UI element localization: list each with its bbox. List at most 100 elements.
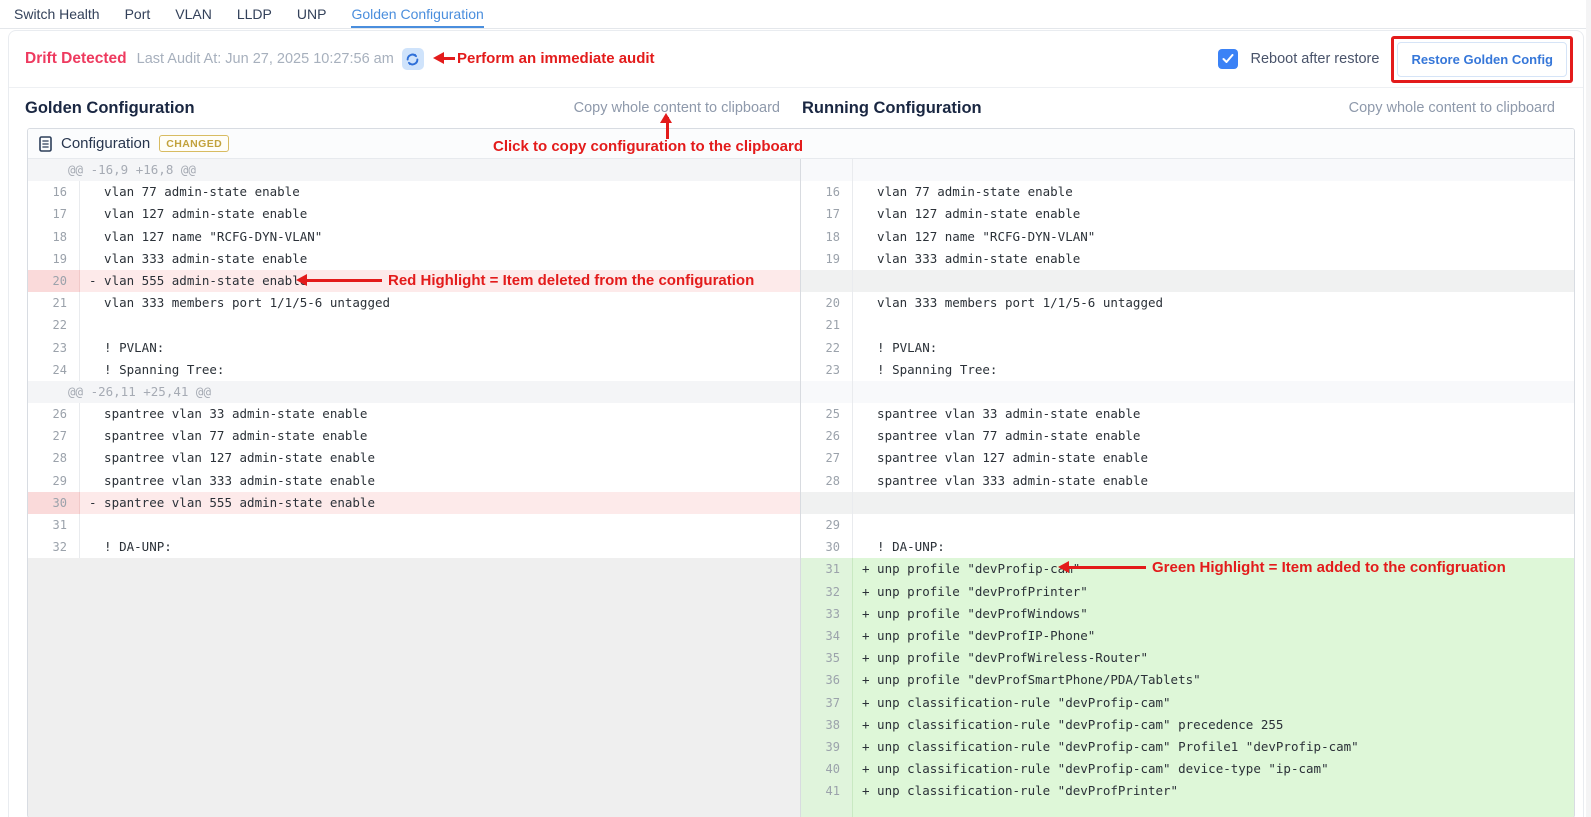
diff-filler	[28, 625, 800, 647]
reboot-after-restore-label: Reboot after restore	[1250, 51, 1379, 67]
code-line: + unp profile "devProfWindows"	[853, 603, 1574, 625]
diff-left-half	[28, 558, 801, 580]
code-line: ! DA-UNP:	[80, 536, 800, 558]
diff-right-half: 31+ unp profile "devProfip-cam"	[801, 558, 1574, 580]
diff-filler	[28, 581, 800, 603]
diff-filler	[28, 736, 800, 758]
diff-left-half	[28, 736, 801, 758]
diff-row: 41+ unp classification-rule "devProfPrin…	[28, 780, 1574, 802]
diff-right-half: 33+ unp profile "devProfWindows"	[801, 603, 1574, 625]
diff-left-half	[28, 603, 801, 625]
code-line: ! PVLAN:	[853, 337, 1574, 359]
tab-port[interactable]: Port	[125, 0, 151, 28]
restore-golden-config-button[interactable]: Restore Golden Config	[1397, 42, 1567, 77]
code-line	[853, 159, 1574, 181]
code-line: spantree vlan 33 admin-state enable	[853, 403, 1574, 425]
line-number: 21	[801, 314, 853, 336]
line-number: 29	[28, 470, 80, 492]
diff-right-half: 17 vlan 127 admin-state enable	[801, 203, 1574, 225]
tab-switch-health[interactable]: Switch Health	[14, 0, 100, 28]
copy-golden-config-link[interactable]: Copy whole content to clipboard	[574, 100, 780, 116]
line-number: 38	[801, 714, 853, 736]
copy-running-config-link[interactable]: Copy whole content to clipboard	[1349, 100, 1555, 116]
diff-row: 18 vlan 127 name "RCFG-DYN-VLAN"18 vlan …	[28, 226, 1574, 248]
line-number: 28	[28, 447, 80, 469]
line-number: 19	[801, 248, 853, 270]
diff-left-half: 17 vlan 127 admin-state enable	[28, 203, 801, 225]
diff-right-half: 30 ! DA-UNP:	[801, 536, 1574, 558]
diff-filler	[28, 669, 800, 691]
line-number: 23	[801, 359, 853, 381]
tab-unp[interactable]: UNP	[297, 0, 327, 28]
diff-right-half: 23 ! Spanning Tree:	[801, 359, 1574, 381]
line-number	[801, 270, 853, 292]
diff-right-half	[801, 492, 1574, 514]
diff-row: 32+ unp profile "devProfPrinter"	[28, 581, 1574, 603]
diff-row: @@ -26,11 +25,41 @@	[28, 381, 1574, 403]
diff-row: 31+ unp profile "devProfip-cam"	[28, 558, 1574, 580]
tab-golden-configuration[interactable]: Golden Configuration	[351, 0, 483, 28]
diff-left-half	[28, 780, 801, 802]
diff-right-half	[801, 381, 1574, 403]
code-line: spantree vlan 77 admin-state enable	[80, 425, 800, 447]
code-line: vlan 333 members port 1/1/5-6 untagged	[853, 292, 1574, 314]
code-line: spantree vlan 127 admin-state enable	[853, 447, 1574, 469]
document-icon	[39, 136, 52, 152]
diff-right-half: 35+ unp profile "devProfWireless-Router"	[801, 647, 1574, 669]
line-number: 31	[28, 514, 80, 536]
line-number: 34	[801, 625, 853, 647]
diff-row: 38+ unp classification-rule "devProfip-c…	[28, 714, 1574, 736]
code-line: vlan 333 admin-state enable	[80, 248, 800, 270]
code-line	[853, 492, 1574, 514]
diff-row	[28, 802, 1574, 817]
code-line: + unp classification-rule "devProfip-cam…	[853, 736, 1574, 758]
line-number	[801, 381, 853, 403]
tab-lldp[interactable]: LLDP	[237, 0, 272, 28]
diff-left-half: 21 vlan 333 members port 1/1/5-6 untagge…	[28, 292, 801, 314]
code-line: ! PVLAN:	[80, 337, 800, 359]
diff-filler	[28, 558, 800, 580]
audit-toolbar: Drift Detected Last Audit At: Jun 27, 20…	[9, 31, 1583, 88]
code-line: - vlan 555 admin-state enable	[80, 270, 800, 292]
code-line: ! Spanning Tree:	[853, 359, 1574, 381]
diff-row: 32 ! DA-UNP:30 ! DA-UNP:	[28, 536, 1574, 558]
diff-row: 27 spantree vlan 77 admin-state enable26…	[28, 425, 1574, 447]
line-number: 39	[801, 736, 853, 758]
line-number: 41	[801, 780, 853, 802]
run-audit-icon[interactable]	[402, 48, 424, 70]
diff-row: 40+ unp classification-rule "devProfip-c…	[28, 758, 1574, 780]
line-number: 22	[801, 337, 853, 359]
diff-right-half	[801, 159, 1574, 181]
diff-right-half: 39+ unp classification-rule "devProfip-c…	[801, 736, 1574, 758]
reboot-after-restore-checkbox[interactable]	[1218, 49, 1238, 69]
diff-right-half	[801, 270, 1574, 292]
diff-left-half: 22	[28, 314, 801, 336]
tab-vlan[interactable]: VLAN	[175, 0, 212, 28]
code-line: + unp profile "devProfPrinter"	[853, 581, 1574, 603]
diff-row: 23 ! PVLAN:22 ! PVLAN:	[28, 337, 1574, 359]
diff-row: 24 ! Spanning Tree:23 ! Spanning Tree:	[28, 359, 1574, 381]
line-number: 23	[28, 337, 80, 359]
line-number: 37	[801, 692, 853, 714]
diff-row: 30- spantree vlan 555 admin-state enable	[28, 492, 1574, 514]
line-number: 28	[801, 470, 853, 492]
diff-row: 34+ unp profile "devProfIP-Phone"	[28, 625, 1574, 647]
code-line: vlan 333 members port 1/1/5-6 untagged	[80, 292, 800, 314]
diff-left-half	[28, 714, 801, 736]
page-scrollbar[interactable]	[1586, 0, 1591, 817]
diff-right-half: 22 ! PVLAN:	[801, 337, 1574, 359]
line-number: 27	[28, 425, 80, 447]
line-number: 19	[28, 248, 80, 270]
diff-left-half	[28, 758, 801, 780]
code-line: ! DA-UNP:	[853, 536, 1574, 558]
diff-left-half	[28, 647, 801, 669]
line-number	[801, 492, 853, 514]
code-line: + unp profile "devProfip-cam"	[853, 558, 1574, 580]
diff-row: 33+ unp profile "devProfWindows"	[28, 603, 1574, 625]
sync-arrows-icon	[405, 52, 420, 67]
code-line: ! Spanning Tree:	[80, 359, 800, 381]
code-line: vlan 77 admin-state enable	[80, 181, 800, 203]
diff-right-half: 32+ unp profile "devProfPrinter"	[801, 581, 1574, 603]
line-number: 33	[801, 603, 853, 625]
line-number: 18	[801, 226, 853, 248]
